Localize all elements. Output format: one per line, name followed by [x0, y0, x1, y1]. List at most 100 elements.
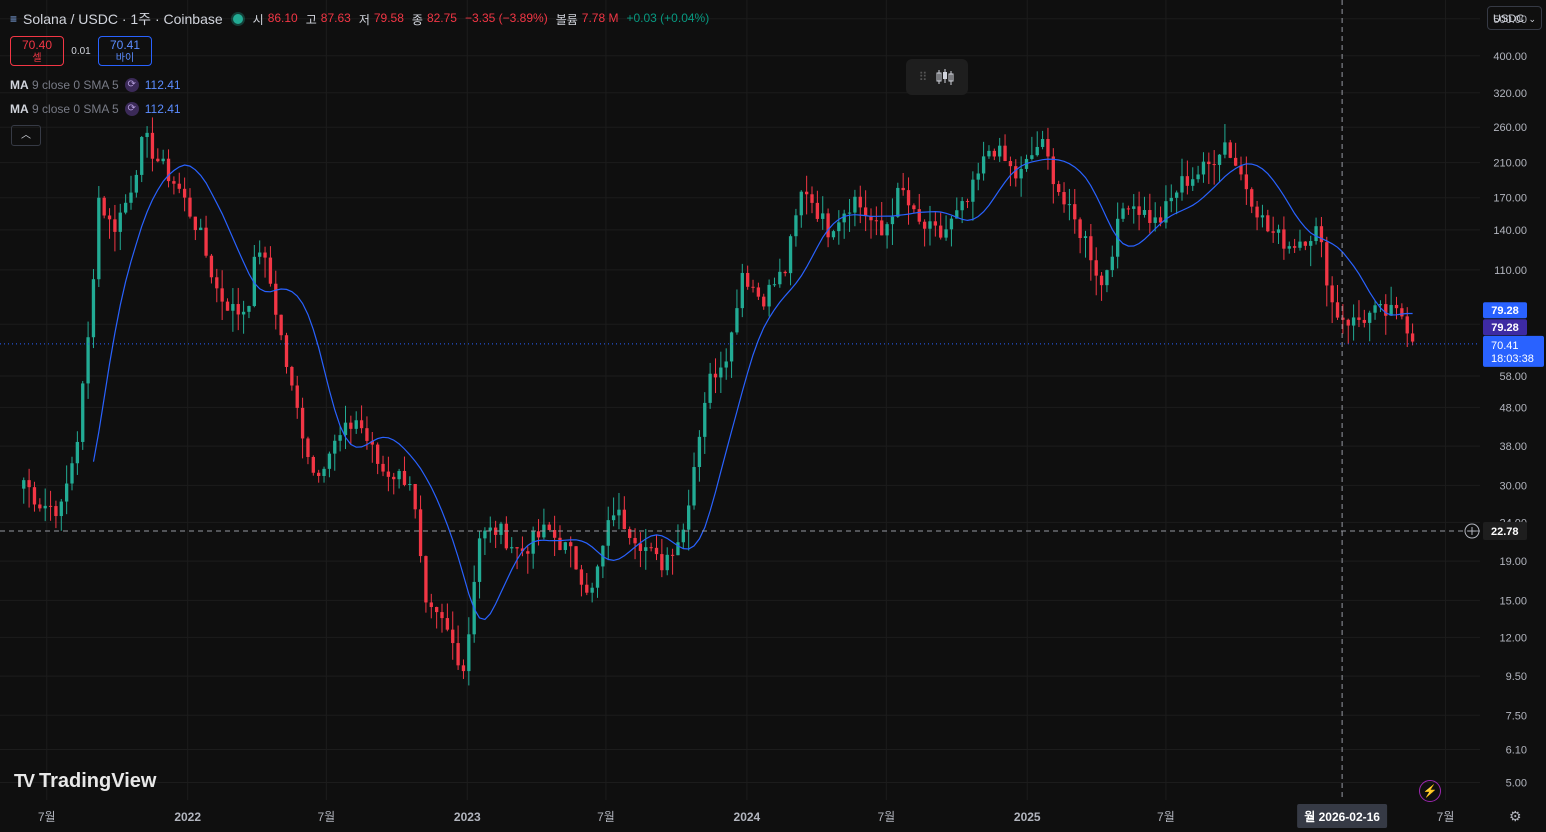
candle-body: [1153, 217, 1157, 223]
candle-body: [563, 542, 568, 551]
candle-body: [654, 547, 659, 555]
candle-body: [32, 487, 37, 505]
candle-body: [1185, 176, 1190, 186]
time-tick-label: 7월: [1437, 810, 1455, 824]
price-chart[interactable]: 500.00400.00320.00260.00210.00170.00140.…: [0, 0, 1546, 832]
time-tick-label: 7월: [877, 810, 895, 824]
time-tick-label: 7월: [597, 810, 615, 824]
candle-body: [274, 283, 278, 315]
candle-body: [440, 612, 444, 619]
buy-button[interactable]: 70.41 바이: [98, 36, 152, 66]
candle-body: [268, 257, 273, 284]
candle-body: [1105, 270, 1109, 286]
price-tick-label: 6.10: [1506, 745, 1527, 757]
candle-body: [1174, 192, 1179, 198]
candle-body: [1394, 304, 1399, 309]
candle-body: [579, 569, 584, 585]
candle-body: [922, 221, 927, 229]
candle-body: [751, 286, 755, 288]
candle-body: [880, 220, 884, 236]
candle-body: [349, 422, 353, 429]
candle-body: [161, 158, 165, 162]
candle-body: [193, 216, 198, 231]
candle-body: [451, 629, 455, 644]
candle-body: [547, 524, 551, 531]
refresh-icon[interactable]: ⟳: [124, 78, 139, 92]
candle-body: [59, 501, 63, 517]
candle-body: [713, 373, 718, 378]
candle-body: [1351, 317, 1356, 326]
candle-body: [434, 607, 439, 613]
candle-body: [408, 483, 412, 485]
indicator-legend-1[interactable]: MA 9 close 0 SMA 5 ⟳ 112.41: [10, 78, 181, 92]
candle-body: [783, 271, 787, 274]
candle-body: [22, 480, 26, 489]
candle-body: [1051, 156, 1055, 185]
floating-toolbar[interactable]: ⠿: [906, 59, 968, 95]
candle-body: [1410, 333, 1415, 342]
candle-body: [1233, 157, 1238, 166]
ma-price-badge-label: 79.28: [1491, 305, 1519, 317]
candle-body: [1030, 155, 1034, 159]
chevron-down-icon: ⌄: [1528, 14, 1536, 24]
candle-body: [1223, 142, 1227, 155]
candle-body: [1062, 192, 1066, 205]
candle-body: [322, 468, 326, 476]
time-tick-label: 7월: [38, 810, 56, 824]
candle-body: [1099, 275, 1104, 286]
drag-handle-icon[interactable]: ⠿: [919, 70, 928, 84]
candle-body: [258, 252, 262, 257]
candle-body: [354, 420, 358, 429]
market-status-icon: [232, 14, 243, 24]
candle-body: [1110, 256, 1114, 271]
candle-body: [1073, 204, 1077, 220]
candle-body: [762, 296, 766, 307]
crosshair-price-label: 22.78: [1491, 526, 1519, 538]
indicator-legend-2[interactable]: MA 9 close 0 SMA 5 ⟳ 112.41: [10, 102, 181, 116]
candle-body: [687, 505, 691, 530]
refresh-icon[interactable]: ⟳: [124, 102, 139, 116]
candle-body: [863, 207, 868, 217]
candle-body: [1368, 312, 1372, 323]
gear-icon[interactable]: ⚙: [1509, 808, 1522, 825]
candle-body: [1169, 197, 1173, 202]
candle-body: [236, 304, 240, 315]
candle-body: [536, 531, 541, 538]
candle-body: [215, 277, 219, 289]
candle-body: [81, 383, 85, 442]
tradingview-logo: TV TradingView: [14, 770, 157, 792]
candle-body: [1298, 241, 1302, 248]
candle-body: [279, 314, 283, 336]
candle-body: [54, 506, 58, 517]
candle-body: [1276, 229, 1281, 233]
candle-body: [166, 158, 171, 182]
candle-body: [1196, 174, 1200, 180]
candle-body: [788, 236, 793, 274]
candle-body: [1207, 161, 1211, 165]
currency-selector[interactable]: USDC ⌄: [1487, 6, 1542, 30]
candle-body: [75, 441, 80, 464]
candle-body: [70, 463, 74, 484]
symbol-title[interactable]: Solana / USDC · 1주 · Coinbase: [23, 9, 223, 29]
candle-body: [1191, 179, 1195, 186]
candle-body: [831, 231, 836, 238]
candle-body: [1137, 206, 1141, 215]
candle-body: [311, 456, 315, 473]
candle-body: [156, 158, 160, 162]
candle-body: [1255, 206, 1259, 218]
price-tick-label: 58.00: [1499, 371, 1527, 383]
candle-body: [145, 132, 149, 138]
candle-body: [633, 537, 637, 544]
candle-body: [1378, 304, 1383, 306]
price-tick-label: 48.00: [1499, 402, 1527, 414]
candle-body: [858, 196, 862, 208]
candle-body: [590, 587, 594, 593]
sell-button[interactable]: 70.40 셀: [10, 36, 64, 66]
candle-body: [842, 213, 846, 223]
candle-body: [386, 471, 391, 477]
candlestick-type-icon[interactable]: [935, 68, 955, 86]
lightning-icon[interactable]: ⚡: [1419, 780, 1441, 802]
candle-body: [676, 542, 680, 556]
candle-body: [1126, 208, 1131, 210]
collapse-legend-button[interactable]: ︿: [11, 125, 41, 146]
